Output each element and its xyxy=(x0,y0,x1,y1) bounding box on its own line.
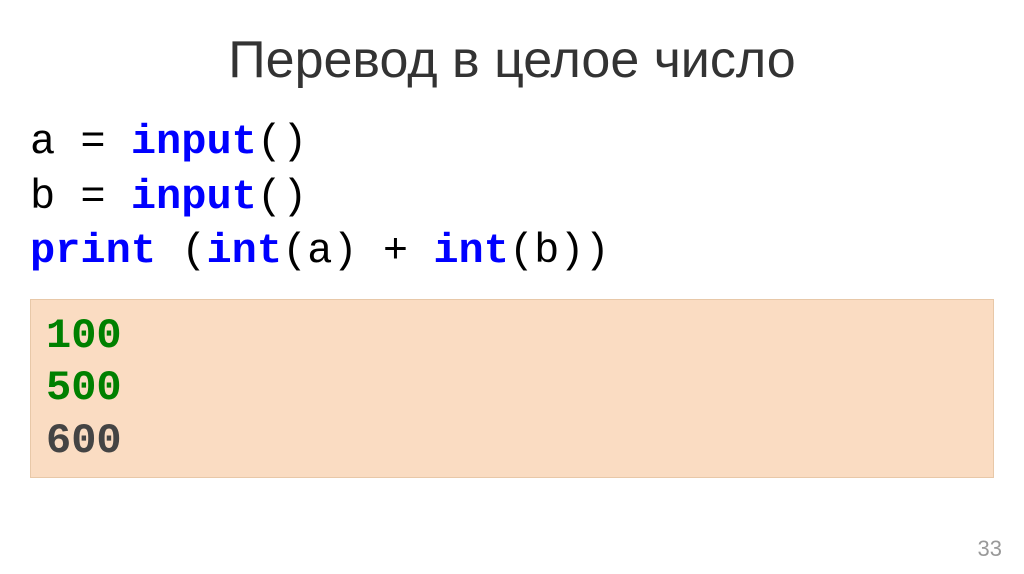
page-number: 33 xyxy=(978,536,1002,562)
output-line-3: 600 xyxy=(46,415,978,468)
code-text: (a) + xyxy=(282,227,433,275)
code-block: a = input() b = input() print (int(a) + … xyxy=(0,115,1024,279)
code-text: () xyxy=(257,173,307,221)
code-text: a = xyxy=(30,118,131,166)
output-box: 100 500 600 xyxy=(30,299,994,479)
output-line-1: 100 xyxy=(46,310,978,363)
keyword-int: int xyxy=(206,227,282,275)
code-text: (b)) xyxy=(509,227,610,275)
slide-title: Перевод в целое число xyxy=(0,0,1024,115)
code-text: () xyxy=(257,118,307,166)
keyword-int: int xyxy=(433,227,509,275)
code-line-2: b = input() xyxy=(30,170,1024,225)
code-line-1: a = input() xyxy=(30,115,1024,170)
code-text: ( xyxy=(181,227,206,275)
code-text: b = xyxy=(30,173,131,221)
code-line-3: print (int(a) + int(b)) xyxy=(30,224,1024,279)
keyword-input: input xyxy=(131,118,257,166)
output-line-2: 500 xyxy=(46,362,978,415)
keyword-input: input xyxy=(131,173,257,221)
keyword-print: print xyxy=(30,227,181,275)
